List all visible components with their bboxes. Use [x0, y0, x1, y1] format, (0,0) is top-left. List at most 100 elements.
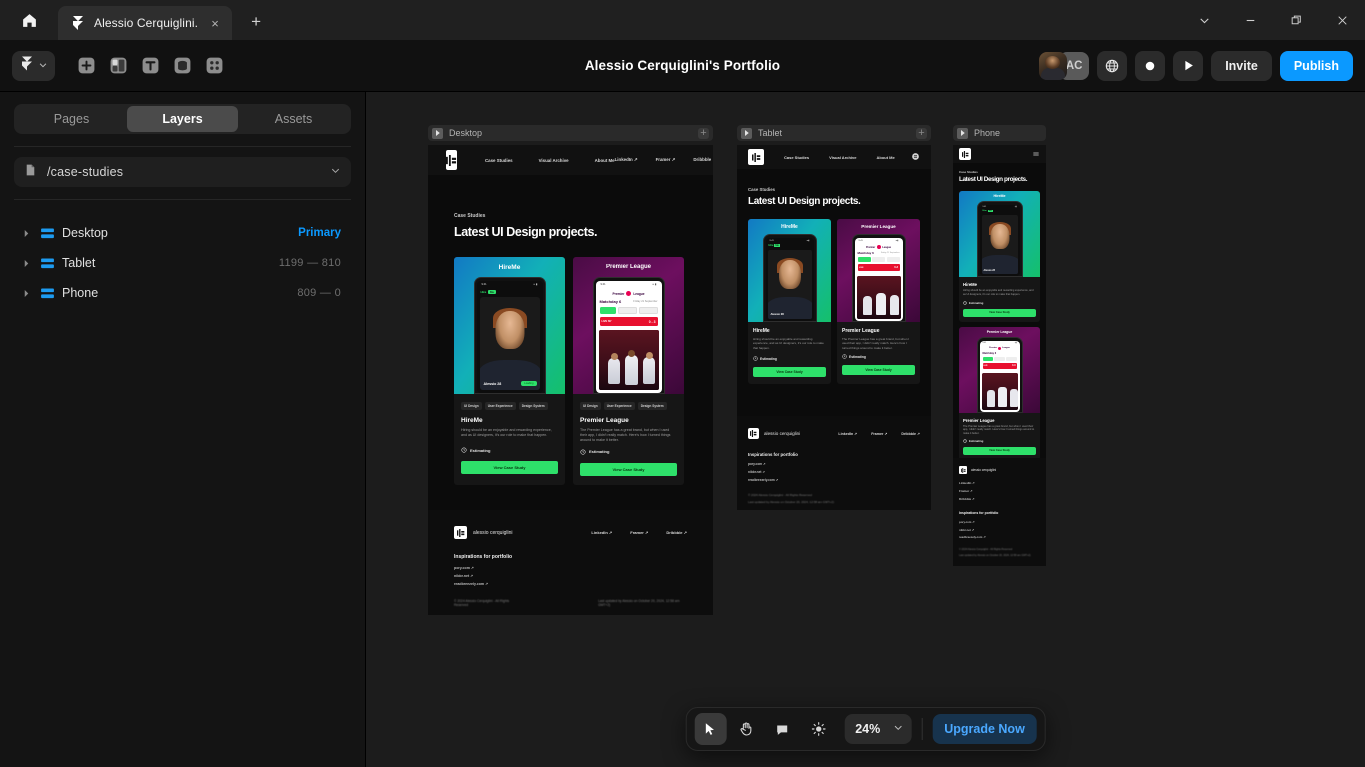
layout-icon[interactable] — [105, 53, 131, 79]
tab-pages[interactable]: Pages — [16, 106, 127, 132]
site-logo-icon — [446, 150, 457, 170]
footer-link[interactable]: Dribbble ↗ — [959, 497, 1040, 501]
tab-layers[interactable]: Layers — [127, 106, 238, 132]
footer-item[interactable]: readbreezely.com ↗ — [959, 535, 1040, 539]
nav-link[interactable]: Case Studies — [784, 155, 809, 160]
play-icon[interactable] — [432, 127, 443, 139]
add-breakpoint-icon[interactable]: + — [916, 127, 927, 139]
nav-link[interactable]: Visual Archive — [829, 155, 856, 160]
nav-social-link[interactable]: LinkedIn ↗ — [615, 157, 638, 163]
frame-desktop[interactable]: Desktop + Case Studies Visual Archive Ab… — [428, 125, 713, 615]
card-meta: Estimating — [580, 449, 677, 455]
close-icon[interactable]: × — [206, 14, 224, 32]
chevron-right-icon[interactable] — [20, 259, 32, 268]
footer-item[interactable]: nibbr.net ↗ — [959, 528, 1040, 532]
frame-label-desktop[interactable]: Desktop + — [428, 125, 713, 141]
home-button[interactable] — [0, 0, 58, 40]
footer-brand: alessio cerquiglini — [971, 468, 997, 472]
footer-link[interactable]: Dribbble ↗ — [666, 530, 687, 535]
text-icon[interactable] — [137, 53, 163, 79]
card-meta: Estimating — [963, 439, 1036, 443]
minimize-button[interactable] — [1227, 0, 1273, 40]
insert-icon[interactable] — [73, 53, 99, 79]
globe-button[interactable] — [1097, 50, 1128, 81]
preview-button[interactable] — [1173, 50, 1204, 81]
layer-row-desktop[interactable]: Desktop Primary — [14, 218, 351, 248]
comment-icon — [777, 724, 788, 735]
card-cta-button[interactable]: View Case Study — [461, 461, 558, 475]
frame-label-phone[interactable]: Phone — [953, 125, 1046, 141]
card-meta-label: Estimating — [760, 356, 777, 361]
footer-link[interactable]: LinkedIn ↗ — [838, 432, 857, 436]
card-cta-button[interactable]: View Case Study — [753, 367, 826, 378]
menu-icon[interactable] — [911, 148, 920, 166]
theme-toggle-button[interactable] — [802, 713, 834, 745]
canvas[interactable]: Desktop + Case Studies Visual Archive Ab… — [366, 92, 1365, 767]
footer-item[interactable]: nibbr.net ↗ — [748, 470, 920, 474]
nav-link[interactable]: Visual Archive — [539, 158, 569, 163]
record-button[interactable] — [1135, 50, 1166, 81]
nav-link[interactable]: About Me — [876, 155, 894, 160]
footer-item[interactable]: pory.com ↗ — [748, 462, 920, 466]
chevron-right-icon[interactable] — [20, 229, 32, 238]
invite-button[interactable]: Invite — [1211, 50, 1272, 81]
chevron-right-icon[interactable] — [20, 289, 32, 298]
card-body: UI Design User Experience Design System … — [573, 394, 684, 485]
card-cta-button[interactable]: View Case Study — [580, 462, 677, 476]
browser-tab[interactable]: Alessio Cerquiglini. × — [58, 6, 233, 40]
card-cta-button[interactable]: View Case Study — [963, 308, 1036, 317]
tab-assets[interactable]: Assets — [238, 106, 349, 132]
nav-link[interactable]: Case Studies — [485, 158, 513, 163]
footer-item[interactable]: pory.com ↗ — [454, 566, 687, 570]
play-icon[interactable] — [741, 127, 752, 139]
maximize-button[interactable] — [1273, 0, 1319, 40]
frame-tablet[interactable]: Tablet + Case Studies Visual Archive Abo… — [737, 125, 931, 510]
layer-row-phone[interactable]: Phone 809 — 0 — [14, 278, 351, 308]
card-cta-button[interactable]: View Case Study — [842, 365, 915, 376]
footer-link[interactable]: Framer ↗ — [871, 432, 887, 436]
footer-item[interactable]: pory.com ↗ — [959, 520, 1040, 524]
comment-tool-button[interactable] — [766, 713, 798, 745]
zoom-selector[interactable]: 24% — [844, 714, 912, 744]
nav-link[interactable]: About Me — [595, 158, 615, 163]
frame-phone[interactable]: Phone Case Studies Latest UI Design proj… — [953, 125, 1046, 566]
collapse-button[interactable] — [1181, 0, 1227, 40]
avatar[interactable] — [1039, 51, 1068, 80]
frame-label-tablet[interactable]: Tablet + — [737, 125, 931, 141]
publish-button[interactable]: Publish — [1279, 50, 1353, 81]
card-hireme[interactable]: HireMe 9:41 ▪▪ ▮ Hire Me Alessio 28 Load… — [454, 257, 565, 485]
footer-item[interactable]: nibbr.net ↗ — [454, 574, 687, 578]
card-premier-league[interactable]: Premier League 9:41 ▪▪▮ Premier League Mat… — [837, 219, 920, 385]
phone-matchday-date: Friday 21 September — [880, 252, 900, 254]
footer-link[interactable]: Framer ↗ — [959, 489, 1040, 493]
close-button[interactable] — [1319, 0, 1365, 40]
card-hireme[interactable]: HireMe 9:41 ▪▪▮ Hire Me Alessio 28 HireM… — [748, 219, 831, 385]
play-icon[interactable] — [957, 127, 968, 139]
footer-link[interactable]: Framer ↗ — [630, 530, 648, 535]
card-body: Premier League The Premier League has a … — [959, 413, 1040, 460]
page-path-selector[interactable]: /case-studies — [14, 157, 351, 187]
upgrade-button[interactable]: Upgrade Now — [932, 714, 1037, 744]
card-cta-button[interactable]: View Case Study — [963, 446, 1036, 455]
card-hireme[interactable]: HireMe 9:41 ▪▮ Hire Me Alessio 28 HireMe… — [959, 191, 1040, 322]
hamburger-icon[interactable] — [1032, 145, 1040, 163]
footer-item[interactable]: readbreezely.com ↗ — [454, 582, 687, 586]
nav-social-link[interactable]: Dribbble ↗ — [693, 157, 713, 163]
new-tab-button[interactable]: + — [241, 7, 271, 37]
nav-social-link[interactable]: Framer ↗ — [656, 157, 676, 163]
card-hero-image: HireMe 9:41 ▪▮ Hire Me Alessio 28 — [959, 191, 1040, 277]
add-breakpoint-icon[interactable]: + — [698, 127, 709, 139]
cursor-tool-button[interactable] — [694, 713, 727, 745]
chevron-down-icon[interactable] — [330, 163, 341, 181]
framer-menu-button[interactable] — [12, 50, 55, 81]
footer-link[interactable]: LinkedIn ↗ — [591, 530, 612, 535]
card-premier-league[interactable]: Premier League 9:41 ▪▪ ▮ Premier League … — [573, 257, 684, 485]
footer-link[interactable]: Dribbble ↗ — [901, 432, 920, 436]
card-premier-league[interactable]: Premier League 9:41 ▪▮ Premier League Matc… — [959, 326, 1040, 460]
hand-tool-button[interactable] — [730, 713, 762, 745]
footer-item[interactable]: readbreezely.com ↗ — [748, 478, 920, 482]
layer-row-tablet[interactable]: Tablet 1199 — 810 — [14, 248, 351, 278]
cms-icon[interactable] — [169, 53, 195, 79]
footer-link[interactable]: LinkedIn ↗ — [959, 481, 1040, 485]
components-icon[interactable] — [201, 53, 227, 79]
